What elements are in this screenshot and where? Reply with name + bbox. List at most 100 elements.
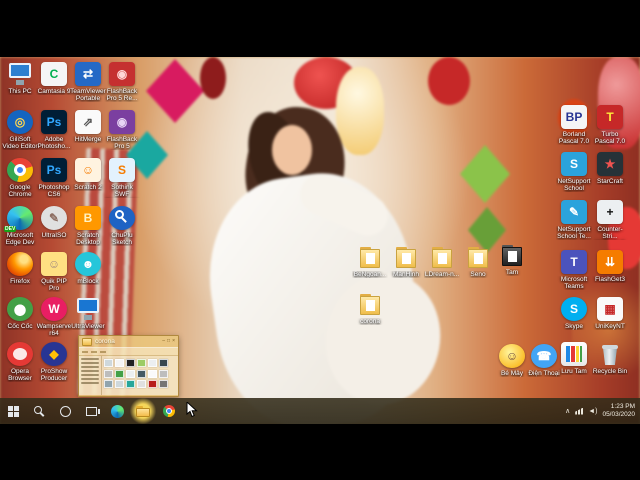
file-icon[interactable]	[115, 370, 124, 378]
file-icon[interactable]	[137, 370, 146, 378]
volume-icon[interactable]: ◄)	[588, 408, 597, 415]
borland-pascal[interactable]: BP Borland Pascal 7.0	[556, 105, 592, 145]
scratch-desktop[interactable]: B Scratch Desktop	[70, 206, 106, 246]
turbo-pascal[interactable]: T Turbo Pascal 7.0	[592, 105, 628, 145]
file-icon[interactable]	[137, 359, 146, 367]
icon-label: Cốc Cốc	[2, 323, 38, 330]
file-search[interactable]: ChuPlu Sketch	[104, 206, 140, 246]
window-toolbar[interactable]	[79, 347, 178, 356]
folder-tam[interactable]: Tam	[494, 243, 530, 276]
app-icon: Ps	[41, 158, 67, 182]
firefox[interactable]: Firefox	[2, 252, 38, 285]
network-icon[interactable]	[575, 408, 583, 415]
icon-label: NetSupport School Tut...	[556, 178, 592, 192]
app-icon	[429, 245, 455, 269]
mblock[interactable]: ☻ mBlock	[70, 252, 106, 285]
explorer-window[interactable]: corona – □ ×	[78, 335, 179, 397]
starcraft[interactable]: ★ StarCraft	[592, 152, 628, 185]
camtasia[interactable]: C Camtasia 9	[36, 62, 72, 95]
task-view-button[interactable]	[78, 398, 104, 424]
netsupport-school-tutor[interactable]: S NetSupport School Tut...	[556, 152, 592, 192]
cortana-button[interactable]	[52, 398, 78, 424]
chrome-taskbar-button[interactable]	[156, 398, 182, 424]
app-icon	[561, 342, 587, 366]
close-button[interactable]: ×	[172, 339, 175, 344]
unikey-nt[interactable]: ▦ UniKeyNT	[592, 297, 628, 330]
file-explorer-taskbar-button[interactable]	[130, 398, 156, 424]
file-icon[interactable]	[148, 359, 157, 367]
file-icon[interactable]	[104, 370, 113, 378]
icon-label: Recycle Bin	[592, 368, 628, 375]
icon-label: Google Chrome	[2, 184, 38, 198]
adobe-photoshop[interactable]: Ps Adobe Photosho...	[36, 110, 72, 150]
proshow-producer[interactable]: ◆ ProShow Producer	[36, 342, 72, 382]
microsoft-teams[interactable]: T Microsoft Teams	[556, 250, 592, 290]
file-icon[interactable]	[104, 380, 113, 388]
coc-coc[interactable]: Cốc Cốc	[2, 297, 38, 330]
file-icon[interactable]	[104, 359, 113, 367]
icon-label: ProShow Producer	[36, 368, 72, 382]
this-pc[interactable]: This PC	[2, 62, 38, 95]
file-icon[interactable]	[126, 380, 135, 388]
google-chrome[interactable]: Google Chrome	[2, 158, 38, 198]
file-icon[interactable]	[159, 370, 168, 378]
tray-chevron-up-icon[interactable]: ∧	[565, 408, 570, 415]
icon-label: Adobe Photosho...	[36, 136, 72, 150]
file-icon[interactable]	[148, 380, 157, 388]
ultraviewer[interactable]: UltraViewer	[70, 297, 106, 330]
file-icon[interactable]	[115, 359, 124, 367]
maximize-button[interactable]: □	[167, 339, 170, 344]
be-may[interactable]: ☺ Bé Mây	[494, 344, 530, 377]
netsupport-school-tech[interactable]: ✎ NetSupport School Te...	[556, 200, 592, 240]
wampserver[interactable]: W Wampserver64	[36, 297, 72, 337]
folder-manhinh[interactable]: ManHinh	[388, 245, 424, 278]
icon-label: UniKeyNT	[592, 323, 628, 330]
window-controls[interactable]: – □ ×	[162, 339, 175, 344]
icon-label: Photoshop CS6	[36, 184, 72, 198]
scratch-2[interactable]: ☺ Scratch 2	[70, 158, 106, 191]
counter-strike[interactable]: + Counter-Stri... WaRzOnE	[592, 200, 628, 240]
file-icon[interactable]	[137, 380, 146, 388]
window-titlebar[interactable]: corona – □ ×	[79, 336, 178, 347]
file-icon[interactable]	[159, 359, 168, 367]
search-button[interactable]	[26, 398, 52, 424]
start-button[interactable]	[0, 398, 26, 424]
desktop[interactable]: This PC C Camtasia 9 ⇄ TeamViewer Portab…	[0, 57, 640, 424]
taskbar: ∧ ◄) 1:23 PM 05/03/2020	[0, 398, 640, 424]
opera-browser[interactable]: Opera Browser	[2, 342, 38, 382]
dev-badge: DEV	[4, 226, 16, 232]
file-icon[interactable]	[159, 380, 168, 388]
app-icon: ◉	[109, 110, 135, 134]
swf-decompiler[interactable]: S Sothink SWF Decompiler	[104, 158, 140, 198]
ultraiso[interactable]: ✎ UltraISO	[36, 206, 72, 239]
file-icon[interactable]	[126, 359, 135, 367]
skype[interactable]: S Skype	[556, 297, 592, 330]
microsoft-edge-dev[interactable]: DEV Microsoft Edge Dev	[2, 206, 38, 246]
app-icon	[75, 297, 101, 321]
flashback-pro-recorder[interactable]: ◉ FlashBack Pro 5 Re...	[104, 62, 140, 102]
recycle-bin[interactable]: Recycle Bin	[592, 342, 628, 375]
folder-ldream[interactable]: LDream-n...	[424, 245, 460, 278]
icon-label: Opera Browser	[2, 368, 38, 382]
quick-pip[interactable]: ☺ Quik PIP Pro	[36, 252, 72, 292]
navigation-pane[interactable]	[79, 356, 102, 395]
file-icon[interactable]	[115, 380, 124, 388]
icon-label: This PC	[2, 88, 38, 95]
folder-corona[interactable]: corona	[352, 292, 388, 325]
video-editor[interactable]: ◎ GiliSoft Video Editor 1.3.5	[2, 110, 38, 150]
flashback-pro-player[interactable]: ◉ FlashBack Pro 5 Playe...	[104, 110, 140, 150]
luu-tam[interactable]: Lưu Tam	[556, 342, 592, 375]
hitmerge[interactable]: ⇗ HitMerge	[70, 110, 106, 143]
photoshop-cs6[interactable]: Ps Photoshop CS6	[36, 158, 72, 198]
file-list[interactable]	[102, 356, 178, 395]
file-icon[interactable]	[148, 370, 157, 378]
file-icon[interactable]	[126, 370, 135, 378]
edge-taskbar-button[interactable]	[104, 398, 130, 424]
folder-seno[interactable]: Seno	[460, 245, 496, 278]
minimize-button[interactable]: –	[162, 339, 165, 344]
app-icon: ☺	[499, 344, 525, 368]
flashget3[interactable]: ⇊ FlashGet3	[592, 250, 628, 283]
taskbar-clock[interactable]: 1:23 PM 05/03/2020	[602, 403, 635, 419]
teamviewer-portable[interactable]: ⇄ TeamViewer Portable	[70, 62, 106, 102]
folder-bengoan[interactable]: BeNgoan...	[352, 245, 388, 278]
